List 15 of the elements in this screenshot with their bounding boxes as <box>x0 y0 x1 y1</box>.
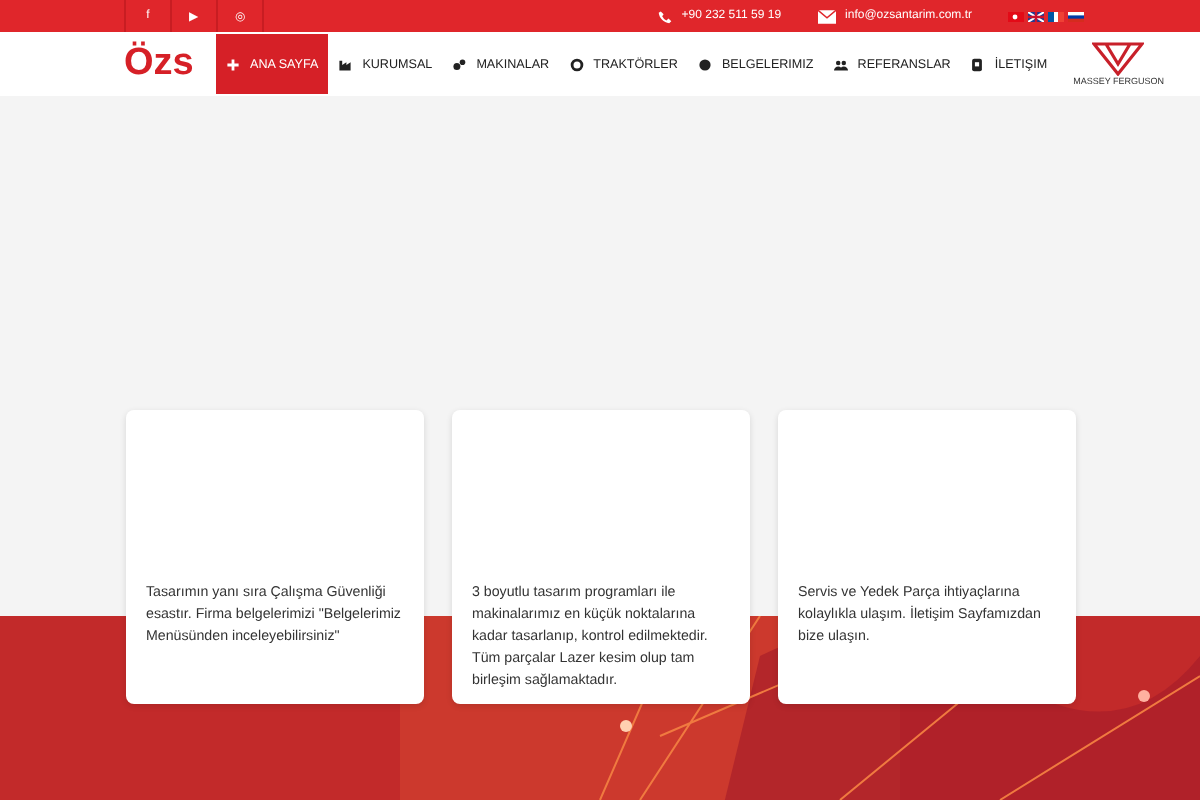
phone-icon <box>970 57 985 71</box>
plus-icon <box>226 57 240 71</box>
flag-icon[interactable] <box>1008 11 1024 21</box>
mail-icon <box>817 9 836 23</box>
users-icon <box>833 57 848 71</box>
gear-icon <box>569 57 584 71</box>
flag-icon[interactable] <box>1048 11 1064 21</box>
logo[interactable]: Özs <box>124 42 216 86</box>
factory-icon <box>338 57 353 71</box>
phone-icon <box>657 9 672 23</box>
flag-icon[interactable] <box>1028 11 1044 21</box>
flag-icon[interactable] <box>1068 11 1084 21</box>
gears-icon <box>452 57 467 71</box>
circle-icon <box>697 57 712 71</box>
triangle-logo-icon <box>1092 42 1145 76</box>
